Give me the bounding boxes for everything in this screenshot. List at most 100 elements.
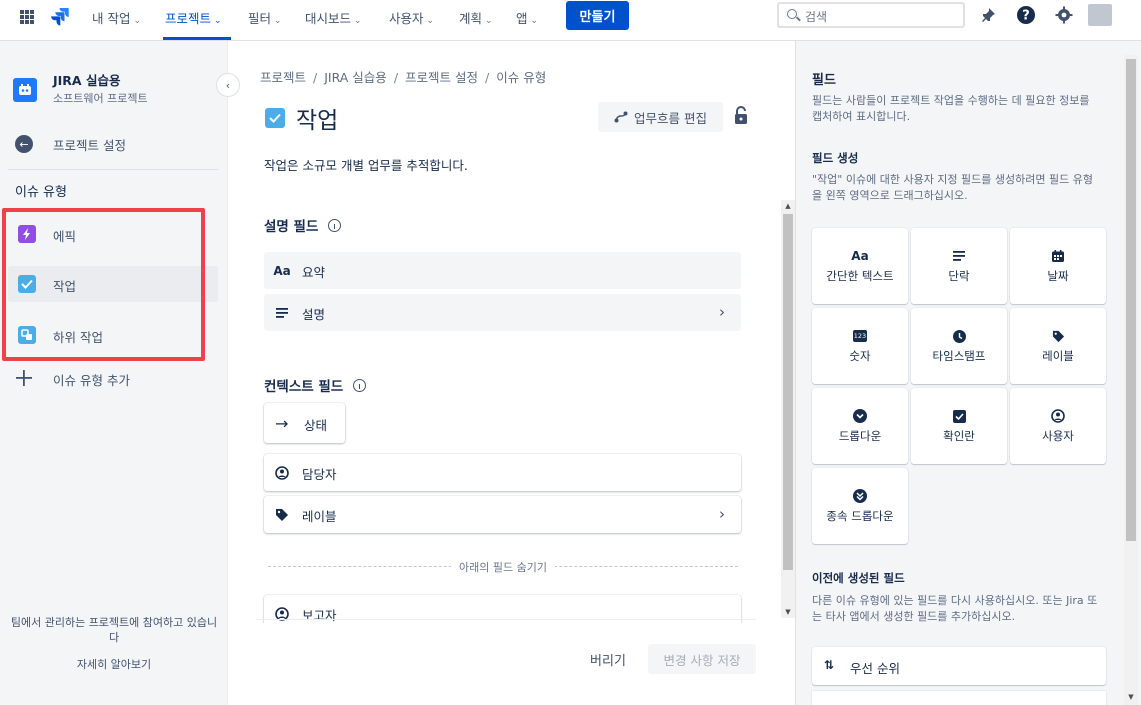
help-icon[interactable]: ? bbox=[1015, 4, 1037, 26]
save-changes-button[interactable]: 변경 사항 저장 bbox=[648, 644, 756, 674]
nav-dashboards[interactable]: 대시보드 ⌄ bbox=[305, 8, 362, 27]
field-type-dropdown[interactable]: 드롭다운 bbox=[812, 388, 908, 464]
nav-plans[interactable]: 계획 ⌄ bbox=[459, 8, 493, 27]
breadcrumb-issue-types[interactable]: 이슈 유형 bbox=[496, 70, 546, 85]
existing-field-label: 우선 순위 bbox=[850, 661, 900, 676]
nav-projects[interactable]: 프로젝트 ⌄ bbox=[165, 8, 222, 27]
chevron-right-icon: › bbox=[719, 303, 725, 321]
number-icon: 123 bbox=[852, 330, 868, 342]
chevron-down-icon: ⌄ bbox=[426, 16, 435, 26]
field-label: 담당자 bbox=[302, 467, 337, 482]
field-label: 요약 bbox=[302, 265, 326, 280]
field-labels[interactable]: 레이블 › bbox=[264, 496, 741, 533]
field-type-label: 확인란 bbox=[943, 429, 975, 443]
search-placeholder: 검색 bbox=[805, 10, 828, 24]
field-summary[interactable]: Aa 요약 bbox=[264, 252, 741, 289]
field-type-label: 간단한 텍스트 bbox=[826, 269, 894, 283]
clock-icon bbox=[911, 328, 1007, 344]
field-label: 설명 bbox=[302, 307, 326, 322]
existing-field-partial[interactable] bbox=[812, 691, 1106, 705]
field-type-label: 레이블 bbox=[1042, 349, 1074, 363]
field-type-cascading-dropdown[interactable]: 종속 드롭다운 bbox=[812, 468, 908, 544]
back-arrow-icon[interactable]: ← bbox=[15, 135, 33, 153]
field-type-label[interactable]: 레이블 bbox=[1010, 308, 1106, 384]
lock-icon[interactable] bbox=[733, 106, 749, 126]
chevron-down-icon: ⌄ bbox=[274, 16, 282, 26]
description-fields-heading: 설명 필드 bbox=[264, 215, 342, 235]
footer-divider bbox=[256, 619, 756, 620]
collapse-sidebar-button[interactable]: ‹ bbox=[216, 73, 240, 97]
field-label: 보고자 bbox=[302, 608, 337, 623]
scroll-down-arrow[interactable]: ▼ bbox=[1124, 693, 1138, 701]
field-type-date[interactable]: 날짜 bbox=[1010, 228, 1106, 304]
existing-field-priority[interactable]: ⇅ 우선 순위 bbox=[812, 647, 1106, 685]
field-type-label: 숫자 bbox=[849, 349, 871, 363]
page-title[interactable]: 작업 bbox=[296, 101, 338, 135]
text-aa-icon: Aa bbox=[273, 264, 291, 278]
user-avatar[interactable] bbox=[1088, 4, 1112, 26]
create-field-heading: 필드 생성 bbox=[812, 151, 859, 165]
field-type-short-text[interactable]: Aa 간단한 텍스트 bbox=[812, 228, 908, 304]
field-type-label: 단락 bbox=[948, 269, 970, 283]
jira-logo-icon[interactable] bbox=[50, 6, 70, 26]
svg-text:?: ? bbox=[1022, 9, 1030, 24]
fields-panel-scrollbar[interactable]: ▼ bbox=[1124, 55, 1138, 705]
field-type-paragraph[interactable]: 단락 bbox=[911, 228, 1007, 304]
chevron-down-icon: ⌄ bbox=[530, 16, 539, 26]
nav-people[interactable]: 사용자 ⌄ bbox=[389, 8, 434, 27]
field-type-label: 날짜 bbox=[1047, 269, 1069, 283]
paragraph-icon bbox=[274, 305, 290, 321]
settings-gear-icon[interactable] bbox=[1053, 4, 1075, 26]
hide-fields-divider[interactable]: 아래의 필드 숨기기 bbox=[268, 559, 738, 574]
plus-icon[interactable] bbox=[15, 369, 33, 387]
breadcrumb-projects[interactable]: 프로젝트 bbox=[260, 70, 306, 85]
hide-fields-label: 아래의 필드 숨기기 bbox=[451, 561, 555, 574]
field-status[interactable]: → 상태 bbox=[264, 403, 345, 443]
app-switcher-icon[interactable] bbox=[20, 10, 34, 24]
chevron-down-icon: ⌄ bbox=[354, 16, 362, 26]
breadcrumb-project[interactable]: JIRA 실습용 bbox=[324, 70, 387, 85]
nav-apps[interactable]: 앱 ⌄ bbox=[516, 8, 538, 27]
field-type-label: 종속 드롭다운 bbox=[826, 509, 894, 523]
breadcrumb: 프로젝트 / JIRA 실습용 / 프로젝트 설정 / 이슈 유형 bbox=[260, 70, 547, 85]
scroll-up-arrow[interactable]: ▲ bbox=[781, 200, 795, 212]
fields-panel-title: 필드 bbox=[812, 73, 836, 88]
notifications-icon[interactable] bbox=[977, 4, 999, 26]
field-type-label: 사용자 bbox=[1042, 429, 1074, 443]
edit-workflow-label: 업무흐름 편집 bbox=[634, 110, 707, 126]
search-input[interactable]: 검색 bbox=[777, 2, 965, 28]
arrow-right-icon: → bbox=[275, 414, 289, 433]
project-settings-link[interactable]: 프로젝트 설정 bbox=[53, 135, 126, 154]
learn-more-link[interactable]: 자세히 알아보기 bbox=[0, 656, 228, 672]
edit-workflow-button[interactable]: 업무흐름 편집 bbox=[598, 102, 723, 132]
fields-scrollbar[interactable]: ▲ ▼ bbox=[781, 200, 795, 618]
field-label: 레이블 bbox=[302, 509, 337, 524]
field-type-label: 드롭다운 bbox=[838, 429, 882, 443]
scroll-down-arrow[interactable]: ▼ bbox=[781, 606, 795, 618]
person-icon bbox=[1010, 408, 1106, 424]
issue-type-description[interactable]: 작업은 소규모 개별 업무를 추적합니다. bbox=[264, 155, 468, 174]
field-description[interactable]: 설명 › bbox=[264, 294, 741, 331]
field-assignee[interactable]: 담당자 bbox=[264, 454, 741, 491]
scrollbar-thumb[interactable] bbox=[1126, 59, 1136, 541]
field-type-user[interactable]: 사용자 bbox=[1010, 388, 1106, 464]
scrollbar-thumb[interactable] bbox=[783, 214, 793, 570]
fields-panel-intro: 필드는 사람들이 프로젝트 작업을 수행하는 데 필요한 정보를 캡처하여 표시… bbox=[812, 94, 1090, 123]
person-icon bbox=[274, 465, 290, 481]
add-issue-type-link[interactable]: 이슈 유형 추가 bbox=[53, 370, 130, 389]
info-icon[interactable] bbox=[328, 219, 342, 232]
field-type-timestamp[interactable]: 타임스탬프 bbox=[911, 308, 1007, 384]
breadcrumb-project-settings[interactable]: 프로젝트 설정 bbox=[405, 70, 478, 85]
info-icon[interactable] bbox=[353, 379, 367, 392]
create-button[interactable]: 만들기 bbox=[566, 1, 629, 30]
annotation-highlight-box bbox=[2, 208, 205, 361]
field-type-checkbox[interactable]: 확인란 bbox=[911, 388, 1007, 464]
chevron-left-icon: ‹ bbox=[225, 78, 231, 92]
nav-my-work[interactable]: 내 작업 ⌄ bbox=[92, 8, 141, 27]
project-avatar-icon bbox=[13, 78, 37, 102]
create-field-description: "작업" 이슈에 대한 사용자 지정 필드를 생성하려면 필드 유형을 왼쪽 영… bbox=[812, 173, 1093, 202]
dropdown-icon bbox=[812, 408, 908, 424]
nav-filters[interactable]: 필터 ⌄ bbox=[248, 8, 282, 27]
discard-button[interactable]: 버리기 bbox=[580, 644, 636, 674]
field-type-number[interactable]: 123 숫자 bbox=[812, 308, 908, 384]
